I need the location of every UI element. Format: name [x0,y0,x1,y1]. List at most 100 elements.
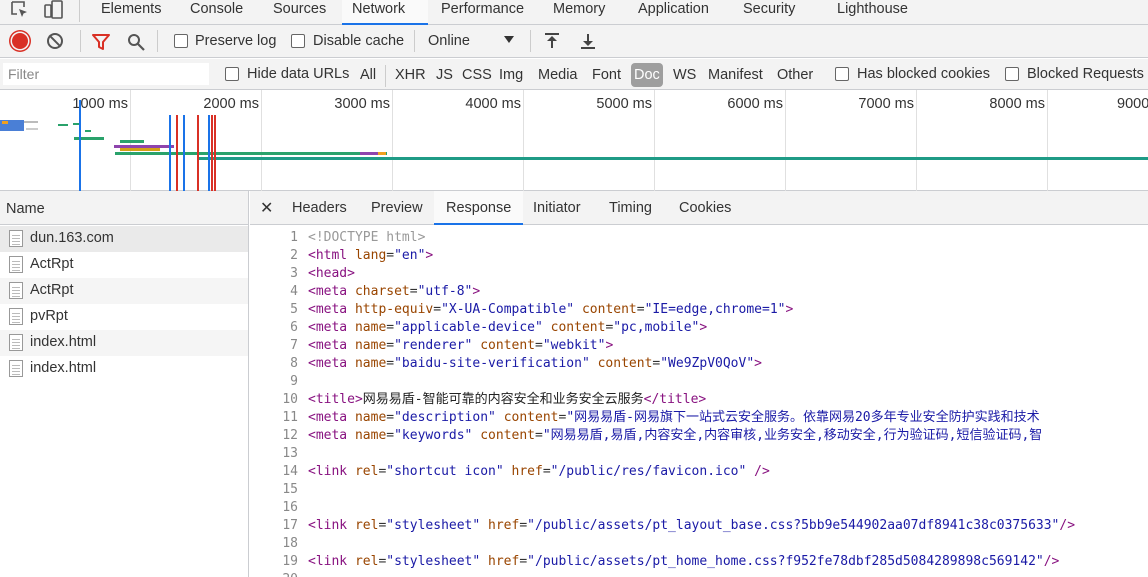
filter-icon[interactable] [92,33,110,51]
tab-initiator[interactable]: Initiator [521,191,593,225]
tab-application[interactable]: Application [628,0,719,25]
code-line: 14 <link rel="shortcut icon" href="/publi… [250,463,1148,481]
line-number: 3 [290,266,298,281]
code-text: <meta http-equiv="X-UA-Compatible" conte… [308,302,794,317]
request-row[interactable]: dun.163.com [0,226,248,252]
code-line: 11 <meta name="description" content="网易易盾… [250,409,1148,427]
type-filter-manifest[interactable]: Manifest [705,63,766,87]
tab-console[interactable]: Console [180,0,253,25]
code-text: <meta charset="utf-8"> [308,284,481,299]
line-number: 20 [250,571,298,577]
detail-tabbar: ✕ Headers Preview Response Initiator Tim… [250,191,1148,225]
line-number: 8 [290,356,298,371]
preserve-log-label: Preserve log [195,33,277,49]
name-column-header[interactable]: Name [0,191,248,225]
record-button[interactable] [12,33,28,49]
type-filter-css[interactable]: CSS [459,63,495,87]
document-icon [9,334,23,351]
tab-elements[interactable]: Elements [91,0,171,25]
hide-data-urls-checkbox[interactable] [225,67,239,81]
toolbar-divider [414,30,415,52]
code-line: 9 [250,373,1148,391]
tab-cookies[interactable]: Cookies [667,191,743,225]
filter-divider [385,65,386,87]
tab-sources[interactable]: Sources [263,0,336,25]
toolbar-divider [530,30,531,52]
clear-button[interactable] [47,33,63,49]
request-name: pvRpt [30,308,68,324]
code-line: 12 <meta name="keywords" content="网易易盾,易盾… [250,427,1148,445]
tab-memory[interactable]: Memory [543,0,615,25]
network-overview[interactable]: 1000 ms 2000 ms 3000 ms 4000 ms 5000 ms … [0,90,1148,191]
filter-input[interactable] [3,63,209,85]
line-number: 17 [282,518,298,533]
line-number: 11 [282,410,298,425]
type-filter-other[interactable]: Other [774,63,816,87]
type-filter-xhr[interactable]: XHR [392,63,429,87]
request-name: index.html [30,360,97,376]
disable-cache-checkbox[interactable] [291,34,305,48]
export-har-icon[interactable] [580,32,596,50]
response-source[interactable]: 1 <!DOCTYPE html> 2 <html lang="en"> 3 <head>… [250,229,1148,577]
line-number: 19 [282,554,298,569]
request-row[interactable]: ActRpt [0,278,248,304]
search-icon[interactable] [127,33,145,51]
type-filter-img[interactable]: Img [496,63,526,87]
toolbar-divider [79,0,80,22]
line-number: 2 [290,248,298,263]
type-filter-all[interactable]: All [357,63,379,87]
code-line: 2 <html lang="en"> [250,247,1148,265]
preserve-log-checkbox[interactable] [174,34,188,48]
code-line: 7 <meta name="renderer" content="webkit"> [250,337,1148,355]
requests-panel: Name dun.163.com ActRpt ActRpt pvRpt ind… [0,191,249,577]
type-filter-ws[interactable]: WS [670,63,699,87]
code-line: 6 <meta name="applicable-device" content=… [250,319,1148,337]
request-detail-panel: ✕ Headers Preview Response Initiator Tim… [250,191,1148,577]
tab-response[interactable]: Response [434,191,524,225]
toolbar-divider [80,30,81,52]
import-har-icon[interactable] [544,32,560,50]
line-number: 7 [290,338,298,353]
code-text: <meta name="applicable-device" content="… [308,320,708,335]
code-line: 19 <link rel="stylesheet" href="/public/a… [250,553,1148,571]
line-number: 13 [282,446,298,461]
inspect-element-icon[interactable] [10,0,30,20]
throttling-select[interactable]: Online [428,33,470,49]
line-number: 12 [282,428,298,443]
code-line: 8 <meta name="baidu-site-verification" co… [250,355,1148,373]
request-row[interactable]: index.html [0,330,248,356]
device-toolbar-icon[interactable] [44,0,64,20]
line-number: 1 [290,230,298,245]
type-filter-media[interactable]: Media [535,63,581,87]
tab-headers[interactable]: Headers [280,191,359,225]
code-line: 17 <link rel="stylesheet" href="/public/a… [250,517,1148,535]
type-filter-js[interactable]: JS [433,63,456,87]
line-number: 15 [282,482,298,497]
devtools-tabbar: Elements Console Sources Network Perform… [0,0,1148,25]
blocked-requests-checkbox[interactable] [1005,67,1019,81]
tab-network[interactable]: Network [342,0,428,25]
tab-security[interactable]: Security [733,0,805,25]
line-number: 6 [290,320,298,335]
document-icon [9,282,23,299]
document-icon [9,360,23,377]
request-row[interactable]: index.html [0,356,248,382]
code-text: <link rel="shortcut icon" href="/public/… [308,464,770,479]
tab-preview[interactable]: Preview [359,191,435,225]
tab-lighthouse[interactable]: Lighthouse [827,0,918,25]
tab-performance[interactable]: Performance [431,0,534,25]
request-row[interactable]: pvRpt [0,304,248,330]
has-blocked-cookies-checkbox[interactable] [835,67,849,81]
name-column-label: Name [6,201,45,217]
overview-waterfall [0,100,1148,191]
tab-timing[interactable]: Timing [597,191,664,225]
type-filter-font[interactable]: Font [589,63,624,87]
request-row[interactable]: ActRpt [0,252,248,278]
request-name: ActRpt [30,256,74,272]
document-icon [9,308,23,325]
type-filter-doc[interactable]: Doc [631,63,663,87]
close-icon[interactable]: ✕ [260,198,273,218]
code-text: <meta name="keywords" content="网易易盾,易盾,内… [308,428,1043,443]
code-text: <link rel="stylesheet" href="/public/ass… [308,518,1076,533]
line-number: 14 [282,464,298,479]
